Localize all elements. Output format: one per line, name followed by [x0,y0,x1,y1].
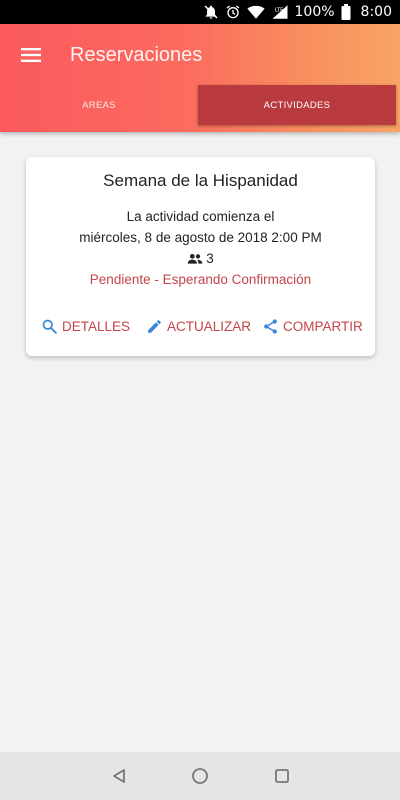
people-icon [187,253,203,264]
recents-button[interactable] [270,764,294,788]
recents-square-icon [275,769,289,783]
details-button[interactable]: DETALLES [41,314,130,338]
menu-button[interactable] [14,38,48,72]
status-icons: LTE 100% 8:00 [203,0,392,24]
notifications-off-icon [203,4,219,20]
clock: 8:00 [360,4,392,20]
edit-icon [148,319,161,333]
reservation-status: Pendiente - Esperando Confirmación [89,272,312,287]
participants-count: 3 [26,251,375,266]
search-icon [42,319,57,334]
share-label: COMPARTIR [283,318,363,334]
update-label: ACTUALIZAR [167,318,252,334]
alarm-icon [225,4,241,20]
activity-title: Semana de la Hispanidad [103,171,298,190]
cellular-signal-icon: LTE [271,4,289,20]
page-title: Reservaciones [70,44,203,66]
tab-areas[interactable]: AREAS [0,85,198,125]
home-circle-icon [192,768,208,784]
share-icon [264,318,277,334]
battery-icon [341,4,351,20]
update-button[interactable]: ACTUALIZAR [146,314,251,338]
wifi-icon [246,4,265,20]
participants-value: 3 [206,251,214,266]
share-button[interactable]: COMPARTIR [262,314,363,338]
start-datetime: miércoles, 8 de agosto de 2018 2:00 PM [79,230,322,245]
battery-percent: 100% [294,4,335,20]
tab-actividades[interactable]: ACTIVIDADES [198,85,396,125]
app-bar: Reservaciones AREAS ACTIVIDADES [0,24,400,132]
start-label: La actividad comienza el [126,209,275,224]
tab-bar: AREAS ACTIVIDADES [0,85,400,125]
menu-icon [21,48,41,62]
details-label: DETALLES [62,318,131,334]
back-button[interactable] [107,764,131,788]
back-triangle-icon [113,769,125,783]
status-bar: LTE 100% 8:00 [0,0,400,24]
home-button[interactable] [188,764,212,788]
svg-text:LTE: LTE [274,7,283,13]
system-nav-bar [0,752,400,800]
reservation-card[interactable]: Semana de la Hispanidad La actividad com… [26,157,375,356]
card-actions: DETALLES ACTUALIZAR COMPARTIR [26,314,375,338]
